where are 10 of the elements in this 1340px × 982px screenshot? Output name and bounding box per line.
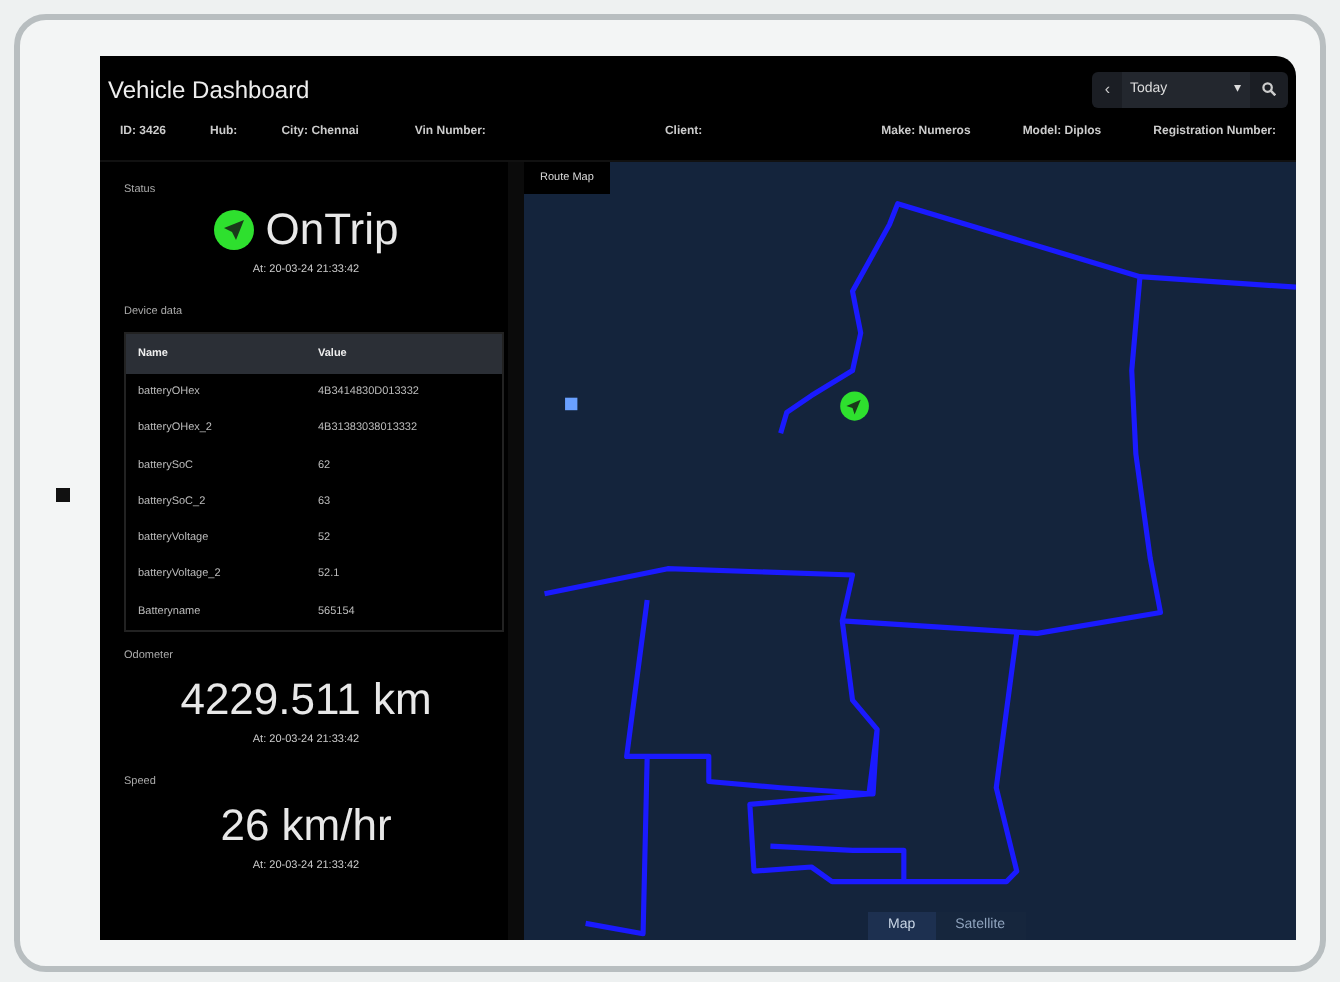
search-icon	[1262, 82, 1276, 97]
navigation-icon	[213, 210, 254, 251]
prev-button[interactable]: ‹	[1092, 72, 1122, 108]
bullet-icon	[56, 488, 70, 502]
page-title: Vehicle Dashboard	[108, 74, 310, 108]
status-value: OnTrip	[265, 206, 399, 255]
metric-value: 26 km/hr	[218, 801, 394, 851]
metric-value: 4229.511 km	[178, 676, 434, 725]
map-pin-icon	[565, 397, 578, 411]
vehicle-marker	[840, 391, 869, 421]
